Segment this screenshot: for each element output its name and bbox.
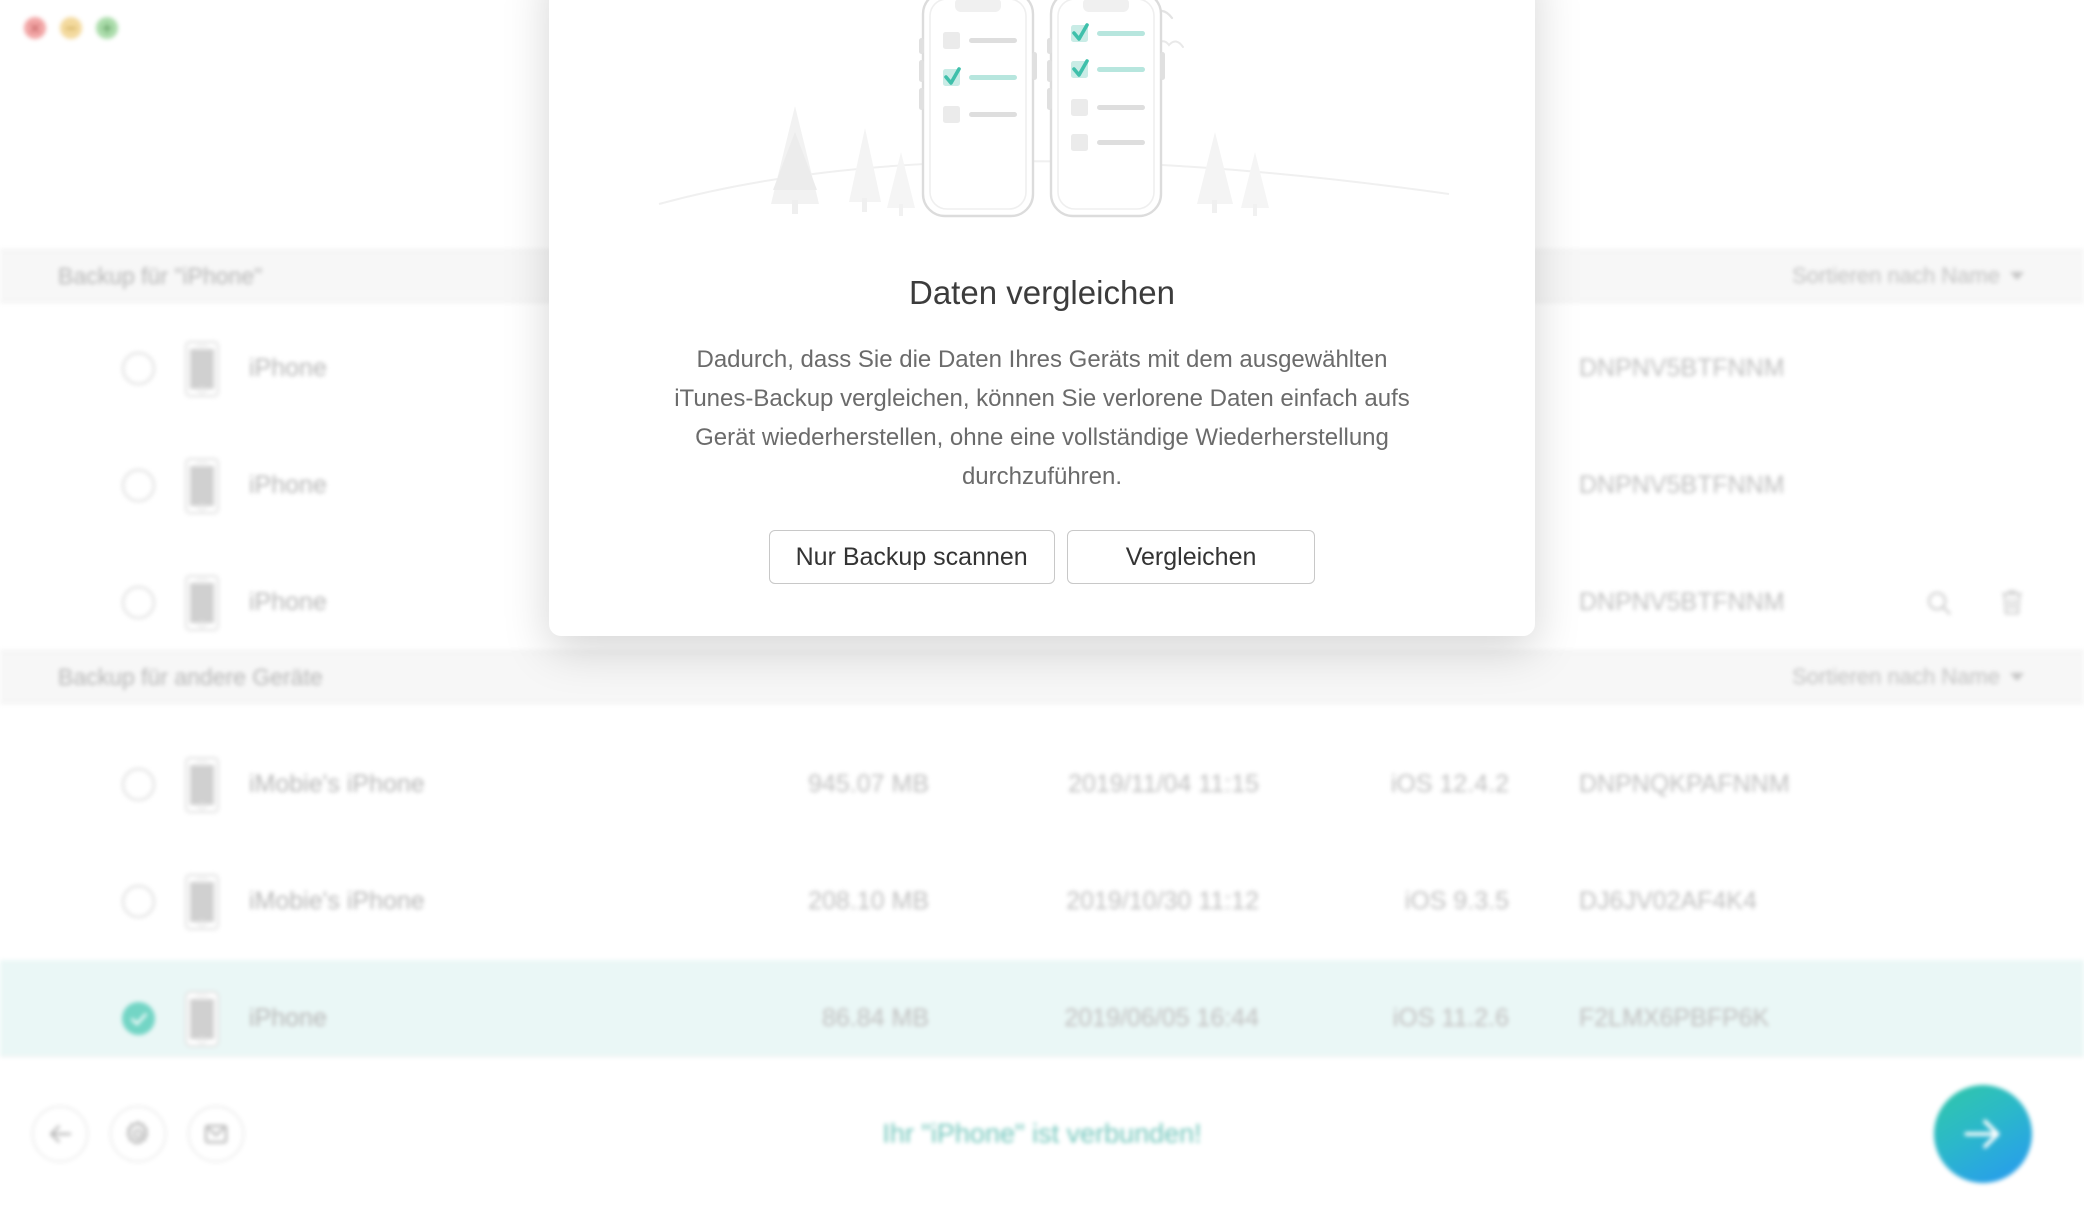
iphone-icon <box>185 756 219 813</box>
section-header-other-backups: Backup für andere Geräte Sortieren nach … <box>0 650 2084 704</box>
sort-label: Sortieren nach Name <box>1792 263 2000 288</box>
row-size: 86.84 MB <box>821 1004 929 1032</box>
iphone-icon <box>185 873 219 930</box>
row-radio[interactable] <box>122 885 155 918</box>
section-label: Backup für andere Geräte <box>58 663 323 690</box>
row-device-name: iPhone <box>249 1004 327 1032</box>
row-action-buttons <box>1924 588 2026 618</box>
row-radio[interactable] <box>122 352 155 385</box>
dialog-title: Daten vergleichen <box>909 274 1175 311</box>
dialog-illustration <box>549 0 1535 256</box>
next-button[interactable] <box>1934 1085 2032 1183</box>
row-size: 208.10 MB <box>808 887 929 915</box>
row-date: 2019/11/04 11:15 <box>1068 770 1259 798</box>
bottom-toolbar: Ihr "iPhone" ist verbunden! <box>0 1056 2084 1211</box>
row-serial: DNPNQKPAFNNM <box>1579 770 1790 798</box>
minimize-window-button[interactable]: − <box>60 17 82 39</box>
table-row[interactable]: iMobie's iPhone 945.07 MB 2019/11/04 11:… <box>0 726 2084 843</box>
arrow-right-icon <box>1958 1109 2008 1159</box>
iphone-icon <box>185 457 219 514</box>
iphone-icon <box>185 340 219 397</box>
row-radio[interactable] <box>122 469 155 502</box>
row-serial: DNPNV5BTFNNM <box>1579 354 1785 382</box>
app-window: × − + Backup zum Vergleichen auswählen W… <box>0 0 2084 1211</box>
row-device-name: iMobie's iPhone <box>249 770 425 798</box>
row-serial: DNPNV5BTFNNM <box>1579 471 1785 499</box>
window-traffic-lights: × − + <box>24 17 118 39</box>
maximize-window-button[interactable]: + <box>96 17 118 39</box>
row-serial: F2LMX6PBFP6K <box>1579 1004 1770 1032</box>
row-radio-checked[interactable] <box>122 1002 155 1035</box>
row-serial: DJ6JV02AF4K4 <box>1579 887 1757 915</box>
chevron-down-icon <box>2010 673 2024 681</box>
row-date: 2019/06/05 16:44 <box>1064 1004 1259 1032</box>
search-icon[interactable] <box>1924 588 1954 618</box>
row-size: 945.07 MB <box>808 770 929 798</box>
scan-backup-only-button[interactable]: Nur Backup scannen <box>768 530 1055 584</box>
compare-data-dialog: Daten vergleichen Dadurch, dass Sie die … <box>549 0 1535 636</box>
sort-dropdown-other-backups[interactable]: Sortieren nach Name <box>1792 664 2024 690</box>
row-device-name: iMobie's iPhone <box>249 887 425 915</box>
row-radio[interactable] <box>122 586 155 619</box>
compare-button[interactable]: Vergleichen <box>1066 530 1316 584</box>
dialog-description: Dadurch, dass Sie die Daten Ihres Geräts… <box>674 346 1410 490</box>
close-window-button[interactable]: × <box>24 17 46 39</box>
connection-status-text: Ihr "iPhone" ist verbunden! <box>882 1118 1202 1149</box>
row-radio[interactable] <box>122 768 155 801</box>
iphone-icon <box>185 990 219 1047</box>
trash-icon[interactable] <box>1998 588 2026 618</box>
iphone-icon <box>185 574 219 631</box>
row-ios: iOS 9.3.5 <box>1404 887 1509 915</box>
row-serial: DNPNV5BTFNNM <box>1579 588 1785 616</box>
sort-dropdown-device-backups[interactable]: Sortieren nach Name <box>1792 263 2024 289</box>
chevron-down-icon <box>2010 272 2024 280</box>
row-ios: iOS 12.4.2 <box>1390 770 1509 798</box>
row-date: 2019/10/30 11:12 <box>1066 887 1259 915</box>
table-row[interactable]: iMobie's iPhone 208.10 MB 2019/10/30 11:… <box>0 843 2084 960</box>
dialog-buttons: Nur Backup scannen Vergleichen <box>549 530 1535 584</box>
section-label: Backup für "iPhone" <box>58 262 263 289</box>
sort-label: Sortieren nach Name <box>1792 664 2000 689</box>
row-ios: iOS 11.2.6 <box>1392 1004 1509 1032</box>
